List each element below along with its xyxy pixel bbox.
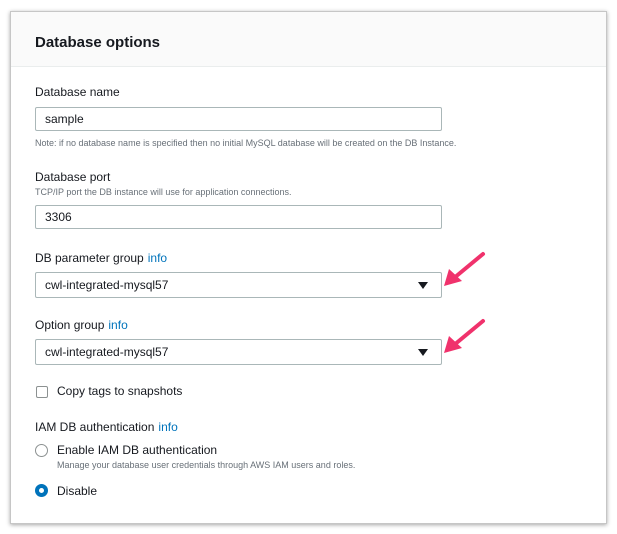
db-parameter-group-label: DB parameter group info	[35, 251, 167, 265]
database-options-panel: Database options Database name Note: if …	[10, 11, 607, 524]
enable-iam-description: Manage your database user credentials th…	[57, 460, 356, 470]
panel-header: Database options	[11, 12, 606, 67]
disable-iam-label[interactable]: Disable	[57, 484, 97, 498]
option-group-label-text: Option group	[35, 318, 105, 332]
caret-down-icon	[418, 349, 428, 356]
caret-down-icon	[418, 282, 428, 289]
enable-iam-radio[interactable]	[35, 444, 48, 457]
iam-auth-info-link[interactable]: info	[158, 420, 177, 434]
option-group-select[interactable]: cwl-integrated-mysql57	[35, 339, 442, 365]
database-name-label: Database name	[35, 85, 120, 99]
disable-iam-radio[interactable]	[35, 484, 48, 497]
annotation-arrow-icon	[444, 252, 485, 286]
database-port-description: TCP/IP port the DB instance will use for…	[35, 187, 292, 197]
iam-auth-label: IAM DB authentication info	[35, 420, 178, 434]
database-port-label: Database port	[35, 170, 111, 184]
copy-tags-checkbox[interactable]	[36, 386, 48, 398]
db-parameter-group-select[interactable]: cwl-integrated-mysql57	[35, 272, 442, 298]
database-name-note: Note: if no database name is specified t…	[35, 138, 457, 148]
option-group-label: Option group info	[35, 318, 128, 332]
db-parameter-group-value: cwl-integrated-mysql57	[45, 278, 169, 292]
iam-auth-label-text: IAM DB authentication	[35, 420, 155, 434]
database-port-input[interactable]	[35, 205, 442, 229]
database-name-input[interactable]	[35, 107, 442, 131]
db-parameter-group-label-text: DB parameter group	[35, 251, 144, 265]
annotation-arrow-icon	[444, 319, 485, 353]
panel-title: Database options	[35, 34, 161, 51]
copy-tags-label[interactable]: Copy tags to snapshots	[57, 384, 182, 398]
db-parameter-group-info-link[interactable]: info	[148, 251, 167, 265]
option-group-info-link[interactable]: info	[108, 318, 127, 332]
option-group-value: cwl-integrated-mysql57	[45, 345, 169, 359]
enable-iam-label[interactable]: Enable IAM DB authentication	[57, 443, 217, 457]
